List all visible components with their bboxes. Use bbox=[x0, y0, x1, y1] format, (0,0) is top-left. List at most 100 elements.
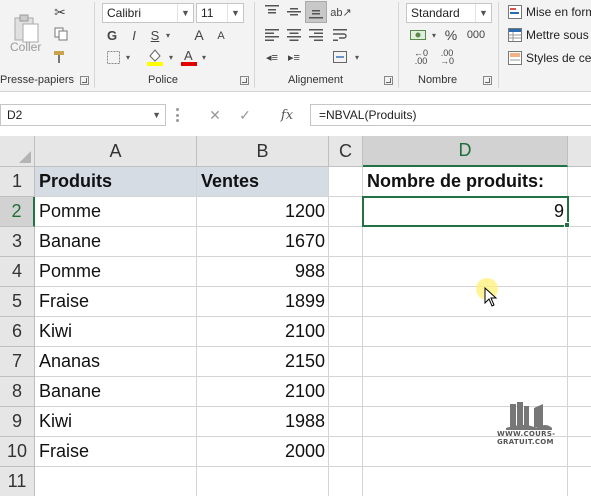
cell-e3[interactable] bbox=[568, 227, 591, 257]
number-launcher[interactable] bbox=[483, 76, 492, 85]
row-header-11[interactable]: 11 bbox=[0, 467, 35, 496]
underline-button[interactable]: S bbox=[147, 26, 163, 44]
accounting-dropdown-icon[interactable]: ▾ bbox=[429, 26, 439, 44]
cell-styles-label[interactable]: Styles de cel bbox=[526, 51, 591, 65]
cell-e6[interactable] bbox=[568, 317, 591, 347]
align-center-icon[interactable] bbox=[284, 26, 304, 44]
cell-c11[interactable] bbox=[329, 467, 363, 496]
row-header-6[interactable]: 6 bbox=[0, 317, 35, 347]
cell-e5[interactable] bbox=[568, 287, 591, 317]
cell-a8[interactable]: Banane bbox=[35, 377, 197, 407]
column-header-d[interactable]: D bbox=[363, 136, 568, 167]
align-right-icon[interactable] bbox=[306, 26, 326, 44]
bold-button[interactable]: G bbox=[104, 26, 120, 44]
thousands-button[interactable]: 000 bbox=[464, 26, 488, 44]
name-box[interactable]: D2 ▼ bbox=[0, 104, 166, 126]
format-painter-icon[interactable] bbox=[50, 48, 70, 66]
cell-b3[interactable]: 1670 bbox=[197, 227, 329, 257]
select-all-button[interactable] bbox=[0, 136, 35, 167]
column-header-e[interactable] bbox=[568, 136, 591, 167]
increase-decimal-icon[interactable]: ←0.00 bbox=[410, 48, 432, 66]
row-header-2[interactable]: 2 bbox=[0, 197, 35, 227]
cell-b1[interactable]: Ventes bbox=[197, 167, 329, 197]
row-header-9[interactable]: 9 bbox=[0, 407, 35, 437]
conditional-formatting-icon[interactable] bbox=[506, 4, 524, 20]
row-header-8[interactable]: 8 bbox=[0, 377, 35, 407]
cell-d2[interactable]: 9 bbox=[363, 197, 568, 227]
cell-d3[interactable] bbox=[363, 227, 568, 257]
cell-a9[interactable]: Kiwi bbox=[35, 407, 197, 437]
wrap-text-icon[interactable] bbox=[330, 26, 350, 44]
cell-b11[interactable] bbox=[197, 467, 329, 496]
conditional-formatting-label[interactable]: Mise en form bbox=[526, 5, 591, 19]
alignment-launcher[interactable] bbox=[384, 76, 393, 85]
accounting-format-icon[interactable] bbox=[408, 26, 428, 44]
cell-b7[interactable]: 2150 bbox=[197, 347, 329, 377]
cell-d5[interactable] bbox=[363, 287, 568, 317]
row-header-7[interactable]: 7 bbox=[0, 347, 35, 377]
cell-b4[interactable]: 988 bbox=[197, 257, 329, 287]
font-size-combo[interactable]: 11 ▼ bbox=[196, 3, 244, 23]
cell-a7[interactable]: Ananas bbox=[35, 347, 197, 377]
row-header-1[interactable]: 1 bbox=[0, 167, 35, 197]
formula-bar-grip[interactable] bbox=[176, 108, 180, 122]
format-as-table-label[interactable]: Mettre sous bbox=[526, 28, 589, 42]
underline-dropdown-icon[interactable]: ▾ bbox=[163, 26, 173, 44]
fill-color-icon[interactable] bbox=[146, 46, 164, 68]
cell-a10[interactable]: Fraise bbox=[35, 437, 197, 467]
insert-function-button[interactable]: fx bbox=[276, 106, 298, 124]
cell-a4[interactable]: Pomme bbox=[35, 257, 197, 287]
cell-e1[interactable] bbox=[568, 167, 591, 197]
decrease-decimal-icon[interactable]: .00 →0 bbox=[436, 48, 458, 66]
cell-c2[interactable] bbox=[329, 197, 363, 227]
align-left-icon[interactable] bbox=[262, 26, 282, 44]
cell-a11[interactable] bbox=[35, 467, 197, 496]
cell-c6[interactable] bbox=[329, 317, 363, 347]
increase-indent-icon[interactable]: ▸≡ bbox=[284, 48, 304, 66]
borders-dropdown-icon[interactable]: ▾ bbox=[123, 48, 133, 66]
clipboard-launcher[interactable] bbox=[80, 76, 89, 85]
copy-icon[interactable] bbox=[50, 25, 72, 43]
cell-a3[interactable]: Banane bbox=[35, 227, 197, 257]
percent-button[interactable]: % bbox=[442, 26, 460, 44]
cut-icon[interactable]: ✂ bbox=[50, 3, 70, 21]
cell-b10[interactable]: 2000 bbox=[197, 437, 329, 467]
cell-c8[interactable] bbox=[329, 377, 363, 407]
cell-styles-icon[interactable] bbox=[506, 50, 524, 66]
font-color-dropdown-icon[interactable]: ▾ bbox=[199, 48, 209, 66]
fill-handle[interactable] bbox=[564, 222, 570, 228]
align-top-icon[interactable] bbox=[262, 2, 282, 22]
borders-icon[interactable] bbox=[104, 48, 122, 66]
cell-c10[interactable] bbox=[329, 437, 363, 467]
column-header-a[interactable]: A bbox=[35, 136, 197, 167]
cell-c4[interactable] bbox=[329, 257, 363, 287]
cell-d7[interactable] bbox=[363, 347, 568, 377]
format-as-table-icon[interactable] bbox=[506, 27, 524, 43]
cell-e11[interactable] bbox=[568, 467, 591, 496]
cell-b5[interactable]: 1899 bbox=[197, 287, 329, 317]
cell-d1[interactable]: Nombre de produits: bbox=[363, 167, 568, 197]
number-format-combo[interactable]: Standard ▼ bbox=[406, 3, 492, 23]
cell-c9[interactable] bbox=[329, 407, 363, 437]
formula-input[interactable]: =NBVAL(Produits) bbox=[310, 104, 591, 126]
column-header-b[interactable]: B bbox=[197, 136, 329, 167]
cell-a5[interactable]: Fraise bbox=[35, 287, 197, 317]
merge-center-icon[interactable] bbox=[330, 48, 350, 66]
cell-e7[interactable] bbox=[568, 347, 591, 377]
font-launcher[interactable] bbox=[240, 76, 249, 85]
decrease-font-button[interactable]: A bbox=[215, 28, 227, 44]
cell-b2[interactable]: 1200 bbox=[197, 197, 329, 227]
column-header-c[interactable]: C bbox=[329, 136, 363, 167]
row-header-4[interactable]: 4 bbox=[0, 257, 35, 287]
cell-c1[interactable] bbox=[329, 167, 363, 197]
cell-a2[interactable]: Pomme bbox=[35, 197, 197, 227]
cell-c3[interactable] bbox=[329, 227, 363, 257]
orientation-icon[interactable]: ab↗ bbox=[330, 2, 352, 22]
cell-e4[interactable] bbox=[568, 257, 591, 287]
row-header-10[interactable]: 10 bbox=[0, 437, 35, 467]
merge-dropdown-icon[interactable]: ▾ bbox=[352, 48, 362, 66]
cell-b9[interactable]: 1988 bbox=[197, 407, 329, 437]
cell-d4[interactable] bbox=[363, 257, 568, 287]
cell-e2[interactable] bbox=[568, 197, 591, 227]
cell-a6[interactable]: Kiwi bbox=[35, 317, 197, 347]
